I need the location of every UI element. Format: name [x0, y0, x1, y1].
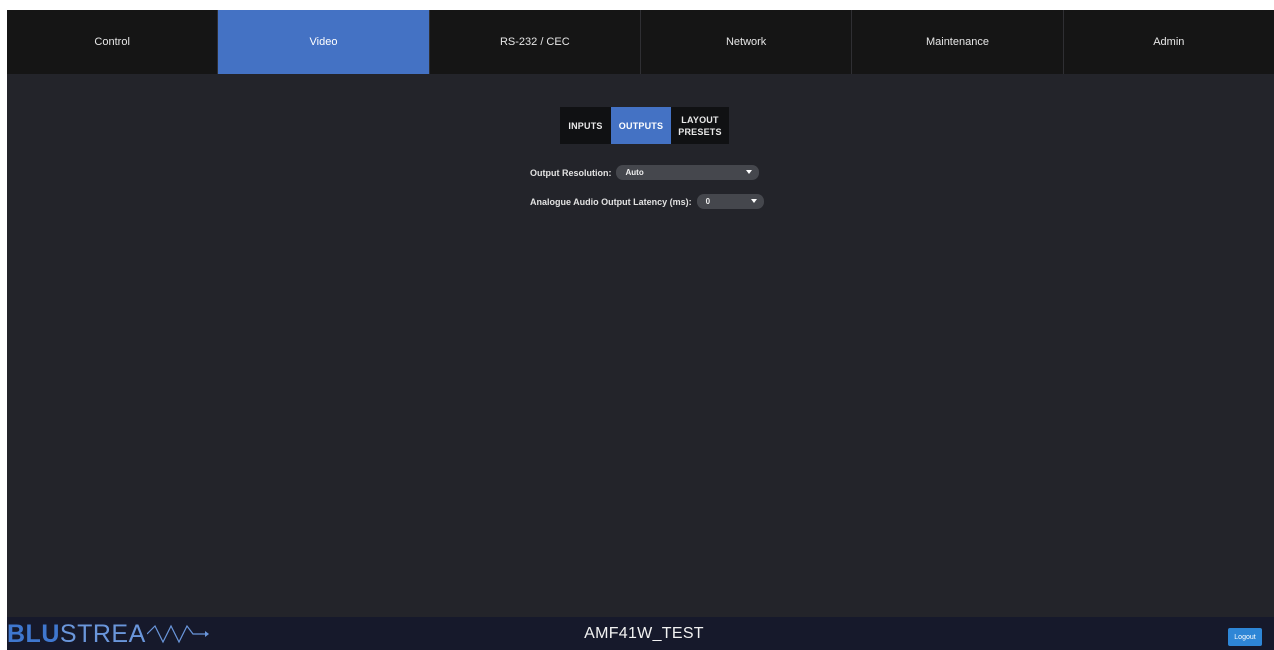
subtab-inputs[interactable]: INPUTS — [560, 107, 611, 144]
logo-text-bold: BLU — [7, 619, 60, 648]
audio-latency-label: Analogue Audio Output Latency (ms): — [530, 196, 692, 207]
blustream-logo: BLUSTREA — [7, 619, 209, 649]
output-resolution-select[interactable]: Auto — [616, 165, 760, 180]
output-resolution-row: Output Resolution: Auto — [530, 165, 760, 180]
audio-latency-row: Analogue Audio Output Latency (ms): 0 — [530, 194, 764, 209]
video-subtabs: INPUTS OUTPUTS LAYOUT PRESETS — [560, 107, 729, 144]
tab-rs232-cec[interactable]: RS-232 / CEC — [430, 10, 641, 74]
logout-button[interactable]: Logout — [1228, 628, 1262, 646]
layout-label-line1: LAYOUT — [681, 114, 719, 125]
logo-text-light: STREA — [59, 619, 146, 648]
subtab-outputs[interactable]: OUTPUTS — [611, 107, 671, 144]
caret-down-icon — [746, 170, 753, 174]
tab-network[interactable]: Network — [641, 10, 853, 74]
layout-label-line2: PRESETS — [678, 126, 722, 137]
footer-bar: BLUSTREA AMF41W_TEST Logout — [7, 617, 1274, 650]
tab-admin[interactable]: Admin — [1064, 10, 1274, 74]
subtab-layout-presets[interactable]: LAYOUT PRESETS — [671, 107, 729, 144]
logo-text: BLUSTREA — [7, 620, 146, 649]
wave-arrow-icon — [146, 624, 209, 644]
tab-control[interactable]: Control — [7, 10, 219, 74]
audio-latency-select[interactable]: 0 — [696, 194, 764, 209]
tab-maintenance[interactable]: Maintenance — [852, 10, 1064, 74]
output-resolution-value: Auto — [625, 168, 644, 177]
tab-video[interactable]: Video — [218, 10, 430, 74]
output-resolution-label: Output Resolution: — [530, 167, 612, 178]
app-window: Control Video RS-232 / CEC Network Maint… — [7, 10, 1274, 650]
subtab-layout-presets-label: LAYOUT PRESETS — [678, 114, 721, 138]
audio-latency-value: 0 — [705, 197, 711, 206]
caret-down-icon — [750, 199, 757, 203]
top-navigation: Control Video RS-232 / CEC Network Maint… — [7, 10, 1274, 74]
